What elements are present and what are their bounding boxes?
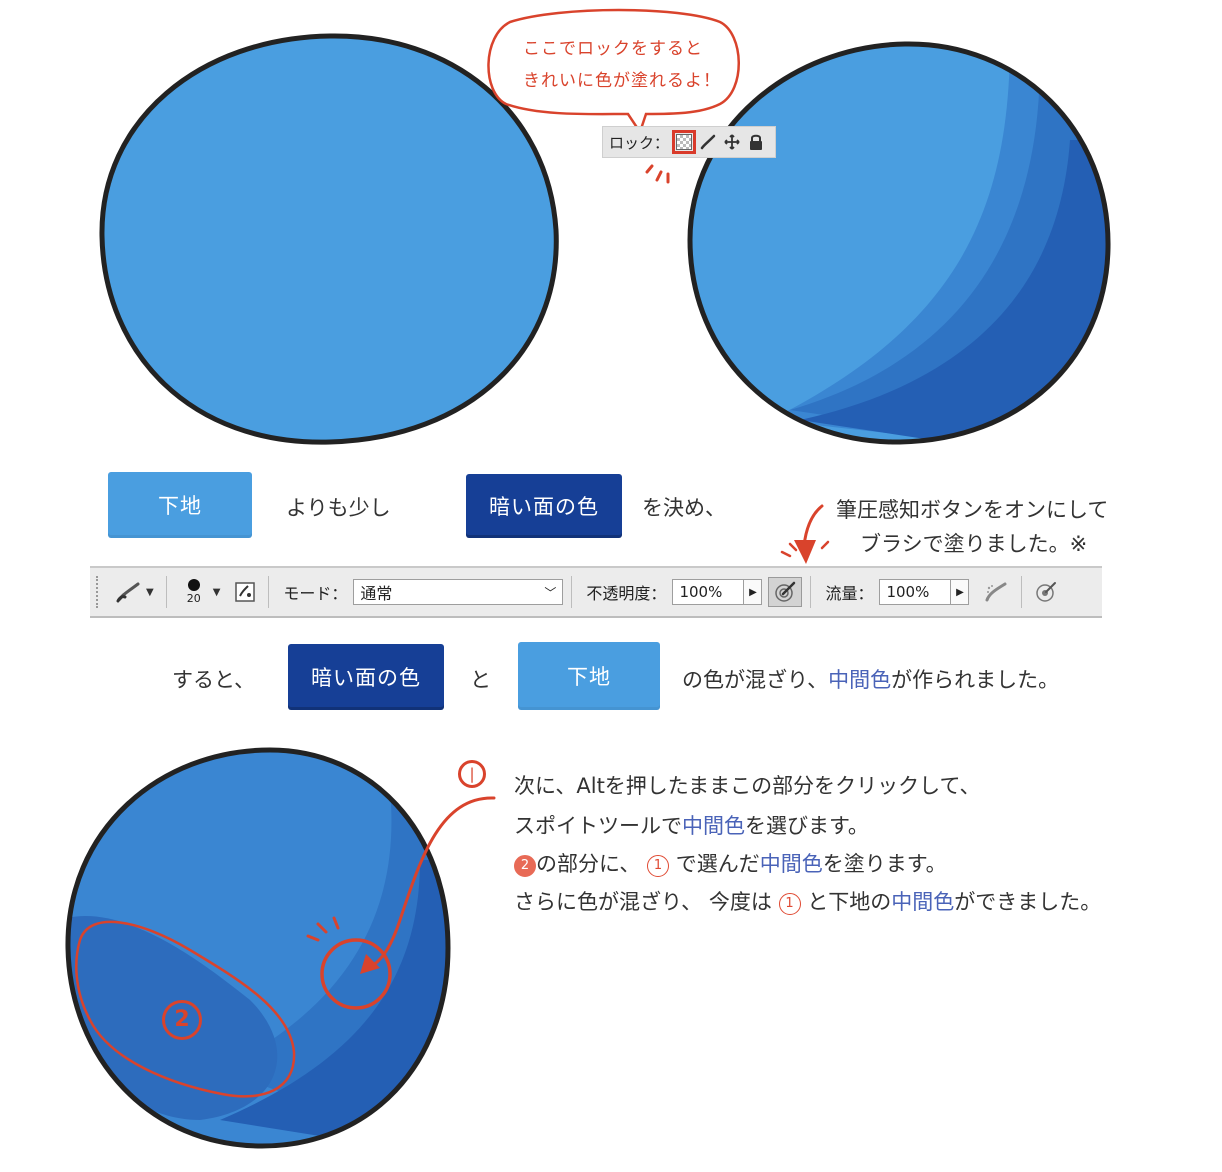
brush-size-value: 20 [186,592,201,605]
step-line-1: 次に、Altを押したままこの部分をクリックして、 [514,774,981,798]
chip-base-color-2: 下地 [518,642,660,710]
brush-preset-picker[interactable]: ▼ [112,576,158,608]
step-line-3-a: の部分に、 [536,852,641,876]
step-line-3-num-1: 1 [647,855,670,877]
spark-marks-lock [645,164,670,184]
brush-preset-caret-icon: ▼ [146,586,154,598]
brush-size-picker[interactable]: 20 [175,576,213,608]
row2-text-d: が作られました。 [891,668,1060,692]
step-line-3-highlight: 中間色 [759,852,823,876]
pressure-arrow [780,504,830,564]
lock-all-icon[interactable] [747,133,765,151]
chip-dark-color: 暗い面の色 [466,474,622,538]
bubble-line-1: ここでロックをすると [523,39,703,59]
flow-slider-button[interactable]: ▶ [951,579,970,605]
step-line-3-num-2: 2 [514,855,536,877]
blend-mode-select[interactable]: 通常 ﹀ [353,579,564,605]
marker-1: ①| [458,760,486,788]
pen-pressure-icon [775,581,796,602]
step-line-4-a: さらに色が混ざり、 今度は [514,890,772,914]
step-line-2: スポイトツールで中間色を選びます。 [514,810,869,840]
toolbar-separator [165,576,167,608]
step-line-4-c: ができました。 [954,890,1102,914]
toolbar-grip[interactable] [96,576,102,608]
toolbar-separator [268,576,270,608]
circle-base [99,33,559,445]
opacity-slider-button[interactable]: ▶ [744,579,763,605]
opacity-input[interactable]: 100% [672,579,745,605]
row2-text-b: と [470,668,491,692]
toolbar-separator [1021,576,1023,608]
lock-bar: ロック： [602,126,776,158]
circle-shaded [687,41,1111,445]
step-line-4-num-1: 1 [778,893,801,915]
blend-mode-value: 通常 [360,584,393,603]
step-line-3-c: を塗ります。 [822,852,947,876]
marker-2-label: 2 [174,1007,190,1032]
mode-label: モード： [283,584,348,603]
bubble-line-2: きれいに色が塗れるよ！ [523,71,721,91]
step-line-2-highlight: 中間色 [682,814,745,838]
step-line-4-highlight: 中間色 [891,890,955,914]
lock-label: ロック： [609,133,670,152]
brush-panel-icon [235,582,256,602]
chip-dark-color-2: 暗い面の色 [288,644,444,710]
brush-size-caret-icon[interactable]: ▼ [213,587,221,598]
opacity-label: 不透明度： [586,584,667,603]
row1-text-a: よりも少し [286,496,391,520]
toolbar-separator [810,576,812,608]
step-line-4: さらに色が混ざり、 今度は 1① と下地の中間色ができました。 [514,886,1101,916]
play-right-icon: ▶ [956,586,964,598]
toolbar-separator [571,576,573,608]
lock-transparent-pixels-icon[interactable] [672,130,697,154]
row1-text-b: を決め、 [642,496,726,520]
size-pressure-icon [1036,582,1057,602]
step-line-3: 2②の部分に、 1① で選んだ中間色を塗ります。 [514,848,947,878]
chevron-down-icon: ﹀ [544,585,557,600]
brush-panel-toggle[interactable] [230,576,260,608]
brush-options-bar: ▼ 20 ▼ モード： 通常 ﹀ 不透明度： 100% ▶ 流量： 100% ▶ [90,566,1102,618]
play-right-icon: ▶ [749,586,757,598]
size-pressure-toggle[interactable] [1030,576,1062,608]
brush-icon [116,582,140,603]
airbrush-toggle[interactable] [979,576,1013,608]
row2-highlight: 中間色 [828,668,892,692]
flow-input[interactable]: 100% [879,579,952,605]
airbrush-icon [985,582,1007,602]
row2-text-a: すると、 [172,668,256,692]
flow-label: 流量： [825,584,874,603]
marker-2: 2② [162,1000,202,1040]
lock-position-icon[interactable] [723,133,741,151]
circle-blended [65,747,451,1149]
chip-base-color: 下地 [108,472,252,538]
row2-text-c: の色が混ざり、 [682,668,829,692]
step-line-2-b: を選びます。 [745,814,869,838]
lock-image-pixels-icon[interactable] [699,133,717,151]
brush-dot-icon [187,579,200,591]
opacity-pressure-toggle[interactable] [768,577,803,607]
pressure-note-line-1: 筆圧感知ボタンをオンにして [836,498,1109,522]
row2-sentence: の色が混ざり、中間色が作られました。 [682,664,1059,694]
step-line-3-b: で選んだ [675,852,760,876]
step-line-2-a: スポイトツールで [514,814,682,838]
step-line-4-b: と下地の [807,890,892,914]
pressure-note-line-2: ブラシで塗りました。※ [860,532,1088,556]
